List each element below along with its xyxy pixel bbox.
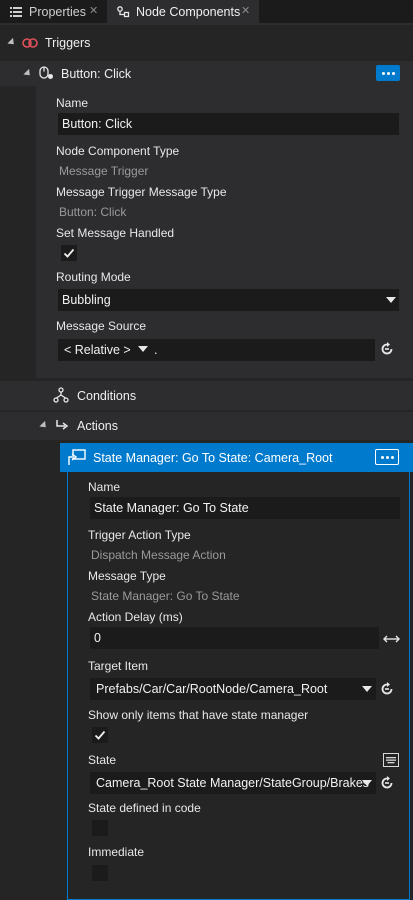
state-action-header-label: State Manager: Go To State: Camera_Root [93,451,333,465]
button-click-label: Button: Click [61,67,132,81]
name-label: Name [56,96,89,110]
node-component-type-label: Node Component Type [56,144,180,158]
action-message-type-value: State Manager: Go To State [91,589,240,603]
node-component-type-value: Message Trigger [59,164,149,178]
action-message-type-label: Message Type [88,569,166,583]
message-type-value: Button: Click [59,205,127,219]
message-type-label: Message Trigger Message Type [56,185,227,199]
message-source-select[interactable]: < Relative > [58,339,154,361]
conditions-label: Conditions [77,389,137,403]
tab-properties[interactable]: Properties ✕ [0,0,107,23]
show-only-label: Show only items that have state manager [88,708,309,722]
message-source-label: Message Source [56,319,147,333]
state-action-header[interactable]: State Manager: Go To State: Camera_Root [60,443,413,472]
tab-properties-label: Properties [29,4,86,19]
target-item-label: Target Item [88,659,149,673]
expand-arrow-icon[interactable] [39,420,49,431]
action-delay-label: Action Delay (ms) [88,610,183,624]
node-icon [117,5,130,18]
immediate-checkbox[interactable] [92,865,108,881]
tab-node-components-label: Node Components [136,4,241,19]
reset-arrow-icon[interactable] [380,682,394,699]
action-name-field[interactable]: State Manager: Go To State [90,497,400,519]
triggers-row[interactable]: Triggers [0,31,413,55]
message-source-path-field[interactable]: . [150,339,375,361]
button-click-header[interactable]: Button: Click [0,61,413,86]
monitor-flag-icon [68,449,86,469]
routing-mode-label: Routing Mode [56,270,131,284]
actions-label: Actions [77,419,118,433]
close-icon[interactable]: ✕ [89,5,99,17]
set-message-handled-checkbox[interactable] [61,245,77,261]
action-arrow-icon [55,419,69,436]
set-message-handled-label: Set Message Handled [56,226,175,240]
chevron-down-icon [362,686,372,692]
close-icon[interactable]: ✕ [241,5,251,17]
state-select[interactable]: Camera_Root State Manager/StateGroup/Bra… [90,772,376,794]
name-field[interactable]: Button: Click [58,113,399,135]
trigger-action-type-value: Dispatch Message Action [91,548,226,562]
state-in-code-label: State defined in code [88,801,201,815]
actions-row[interactable]: Actions [0,412,413,440]
triggers-label: Triggers [45,36,91,50]
message-source-value: < Relative > [64,343,131,357]
immediate-label: Immediate [88,845,145,859]
state-value: Camera_Root State Manager/StateGroup/Bra… [96,776,370,790]
expand-horizontal-icon[interactable] [383,633,400,647]
trigger-icon [22,36,38,53]
reset-arrow-icon[interactable] [380,342,394,359]
action-name-label: Name [88,480,121,494]
reset-arrow-icon[interactable] [380,776,394,793]
branch-icon [53,387,69,406]
state-in-code-checkbox[interactable] [92,820,108,836]
tab-bar: Properties ✕ Node Components ✕ [0,0,413,23]
chevron-down-icon [386,297,396,303]
more-options-button[interactable] [376,65,400,81]
mouse-click-icon [38,65,54,84]
chevron-down-icon [362,780,372,786]
tab-underline [0,23,413,25]
list-icon [10,6,22,18]
chevron-down-icon [138,346,148,352]
show-only-checkbox[interactable] [92,727,108,743]
routing-mode-value: Bubbling [62,293,111,307]
more-options-button[interactable] [375,449,399,465]
routing-mode-select[interactable]: Bubbling [58,289,399,311]
target-item-value: Prefabs/Car/Car/RootNode/Camera_Root [96,682,328,696]
expand-arrow-icon[interactable] [23,68,33,79]
trigger-action-type-label: Trigger Action Type [88,528,191,542]
keyboard-icon[interactable] [383,753,399,767]
tab-node-components[interactable]: Node Components ✕ [107,0,259,23]
target-item-select[interactable]: Prefabs/Car/Car/RootNode/Camera_Root [90,678,376,700]
state-label: State [88,753,117,767]
expand-arrow-icon[interactable] [7,37,17,48]
conditions-row[interactable]: Conditions [0,381,413,410]
action-delay-field[interactable]: 0 [90,627,379,649]
